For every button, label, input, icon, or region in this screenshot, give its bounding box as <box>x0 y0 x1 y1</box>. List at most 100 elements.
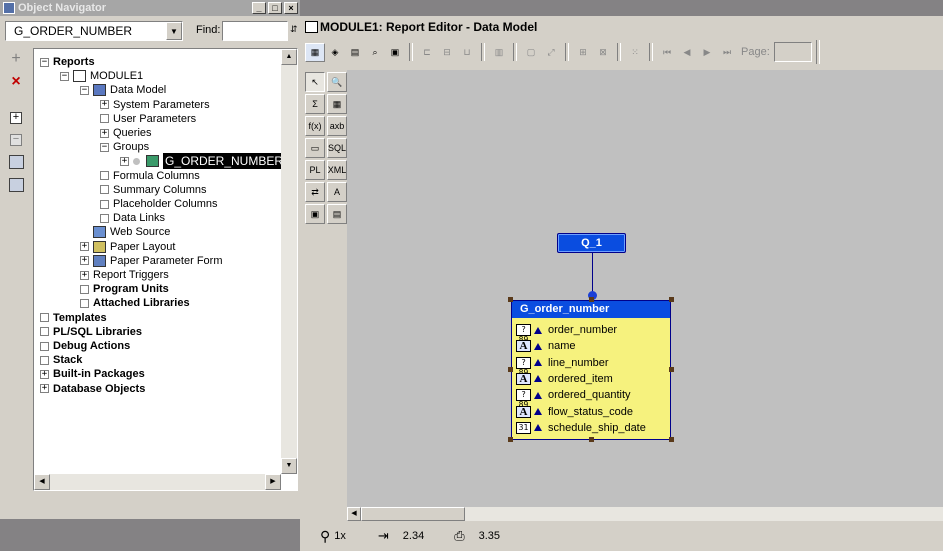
align-bottom-icon[interactable]: ⊔ <box>457 43 477 62</box>
palette-tool-icon[interactable]: A <box>327 182 347 202</box>
expand-node-icon[interactable]: + <box>100 100 109 110</box>
query-q1[interactable]: Q_1 <box>557 233 626 253</box>
tree-node[interactable]: Web Source <box>80 225 170 239</box>
selection-handle[interactable] <box>508 437 513 442</box>
empty-node-icon[interactable] <box>40 327 49 337</box>
selection-handle[interactable] <box>669 297 674 302</box>
palette-tool-icon[interactable]: ⇄ <box>305 182 325 202</box>
collapse-node-icon[interactable]: − <box>100 142 109 152</box>
tree-node[interactable]: Debug Actions <box>40 339 130 353</box>
empty-node-icon[interactable] <box>80 284 89 294</box>
tree-node[interactable]: + Paper Parameter Form <box>80 254 222 268</box>
palette-tool-icon[interactable]: ↖ <box>305 72 325 92</box>
paper-layout-view-icon[interactable]: ▤ <box>345 43 365 62</box>
tree-node[interactable]: + Paper Layout <box>80 240 175 254</box>
group-column[interactable]: ?89 ordered_quantity <box>516 387 631 409</box>
palette-tool-icon[interactable]: ▣ <box>305 204 325 224</box>
canvas-scroll-thumb[interactable] <box>361 507 465 521</box>
group-column[interactable]: ?89 line_number <box>516 355 609 377</box>
minimize-icon[interactable]: _ <box>252 2 266 14</box>
selection-handle[interactable] <box>508 367 513 372</box>
group-header[interactable]: G_order_number <box>512 301 670 318</box>
previous-page-icon[interactable]: ◀ <box>677 43 697 62</box>
empty-node-icon[interactable] <box>80 298 89 308</box>
group-column[interactable]: Aname <box>516 338 576 354</box>
tree-node[interactable]: Stack <box>40 353 82 367</box>
next-page-icon[interactable]: ▶ <box>697 43 717 62</box>
web-source-view-icon[interactable]: ◈ <box>325 43 345 62</box>
first-page-icon[interactable]: ⏮ <box>657 43 677 62</box>
tree-node[interactable]: Summary Columns <box>100 183 207 197</box>
navigator-titlebar[interactable]: Object Navigator _ □ × <box>0 0 300 16</box>
palette-tool-icon[interactable]: Σ <box>305 94 325 114</box>
tree-node[interactable]: + Queries <box>100 126 152 140</box>
expand-node-icon[interactable]: + <box>120 156 129 166</box>
palette-tool-icon[interactable]: axb <box>327 116 347 136</box>
scroll-right-icon[interactable]: ▶ <box>265 474 281 490</box>
palette-tool-icon[interactable]: ▭ <box>305 138 325 158</box>
ungroup-icon[interactable]: ⊠ <box>593 43 613 62</box>
find-scroll-arrow-icon[interactable]: ⇵ <box>290 24 298 35</box>
group-g-order-number[interactable]: G_order_number ?89order_numberAname?89li… <box>511 300 671 440</box>
close-icon[interactable]: × <box>284 2 298 14</box>
scroll-down-icon[interactable]: ▼ <box>281 458 297 474</box>
palette-tool-icon[interactable]: ▤ <box>327 204 347 224</box>
group-column[interactable]: 31 schedule_ship_date <box>516 420 646 436</box>
navigator-selector[interactable]: G_ORDER_NUMBER ▼ <box>5 21 183 41</box>
group-column[interactable]: Aordered_item <box>516 371 613 387</box>
palette-tool-icon[interactable]: PL <box>305 160 325 180</box>
create-icon[interactable]: + <box>8 51 24 68</box>
empty-node-icon[interactable] <box>100 114 109 124</box>
selection-handle[interactable] <box>508 297 513 302</box>
page-input[interactable] <box>773 42 812 62</box>
tree-node[interactable]: − Data Model <box>80 83 166 97</box>
tree-node[interactable]: Templates <box>40 311 107 325</box>
expand-node-icon[interactable]: + <box>80 242 89 252</box>
tree-node[interactable]: + G_ORDER_NUMBER <box>120 153 286 170</box>
palette-tool-icon[interactable]: SQL <box>327 138 347 158</box>
expand-node-icon[interactable]: + <box>100 128 109 138</box>
data-model-canvas[interactable]: Q_1 G_order_number ?89 order_number Aname?… <box>347 70 943 507</box>
scroll-up-icon[interactable]: ▲ <box>281 49 297 65</box>
collapse-all-icon[interactable] <box>9 178 24 192</box>
tree-node[interactable]: + Database Objects <box>40 382 145 396</box>
empty-node-icon[interactable] <box>100 185 109 195</box>
parameter-form-view-icon[interactable]: ▣ <box>385 43 405 62</box>
select-all-icon[interactable]: ⁙ <box>625 43 645 62</box>
tree-node[interactable]: Program Units <box>80 282 169 296</box>
tree-node[interactable]: Formula Columns <box>100 169 200 183</box>
tree-node[interactable]: + System Parameters <box>100 98 210 112</box>
canvas-horizontal-scrollbar[interactable]: ◀ <box>347 507 943 521</box>
canvas-scroll-left-icon[interactable]: ◀ <box>347 507 361 521</box>
maximize-icon[interactable]: □ <box>268 2 282 14</box>
empty-node-icon[interactable] <box>40 355 49 365</box>
expand-all-icon[interactable] <box>9 155 24 169</box>
palette-tool-icon[interactable]: XML <box>327 160 347 180</box>
palette-tool-icon[interactable]: f(x) <box>305 116 325 136</box>
tree-vertical-scrollbar[interactable]: ▲ ▼ <box>281 49 297 474</box>
expand-node-icon[interactable]: + <box>40 369 49 379</box>
collapse-node-icon[interactable]: − <box>40 57 49 67</box>
tree-node[interactable]: − Reports <box>40 55 95 69</box>
empty-node-icon[interactable] <box>100 213 109 223</box>
empty-node-icon[interactable] <box>40 341 49 351</box>
chevron-down-icon[interactable]: ▼ <box>166 22 182 40</box>
selection-handle[interactable] <box>669 437 674 442</box>
collapse-icon[interactable]: − <box>10 134 22 146</box>
frame-icon[interactable]: ▢ <box>521 43 541 62</box>
group-icon[interactable]: ⊞ <box>573 43 593 62</box>
palette-tool-icon[interactable]: 🔍 <box>327 72 347 92</box>
tree-node[interactable]: Data Links <box>100 211 165 225</box>
data-model-view-icon[interactable]: ▦ <box>305 42 325 62</box>
selection-handle[interactable] <box>669 367 674 372</box>
last-page-icon[interactable]: ⏭ <box>717 43 737 62</box>
group-column[interactable]: Aflow_status_code <box>516 404 633 420</box>
align-left-icon[interactable]: ⊏ <box>417 43 437 62</box>
tree-node[interactable]: User Parameters <box>100 112 196 126</box>
align-center-icon[interactable]: ⊟ <box>437 43 457 62</box>
selection-handle[interactable] <box>589 437 594 442</box>
palette-tool-icon[interactable]: ▦ <box>327 94 347 114</box>
tree-node[interactable]: − Groups <box>100 140 149 154</box>
empty-node-icon[interactable] <box>40 313 49 323</box>
tree-node[interactable]: Attached Libraries <box>80 296 190 310</box>
